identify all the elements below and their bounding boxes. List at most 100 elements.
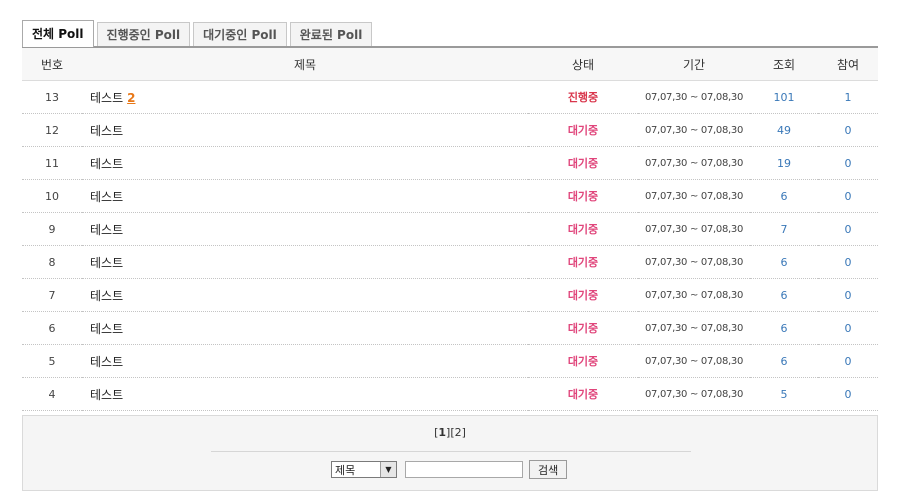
row-join: 1 [818, 80, 878, 114]
poll-title-link[interactable]: 테스트 [90, 157, 123, 171]
col-header-join: 참여 [818, 48, 878, 81]
page-link-2[interactable]: 2 [455, 426, 462, 439]
row-join: 0 [818, 179, 878, 213]
tab-all-poll[interactable]: 전체 Poll [22, 20, 94, 47]
chevron-down-icon[interactable]: ▼ [380, 462, 396, 477]
pagination: [1][2] [434, 426, 466, 439]
row-num: 10 [22, 179, 82, 213]
row-status: 대기중 [528, 113, 638, 147]
table-row: 9 테스트 대기중 07,07,30 ~ 07,08,30 7 0 [22, 212, 878, 246]
row-period: 07,07,30 ~ 07,08,30 [638, 80, 750, 114]
table-row: 5 테스트 대기중 07,07,30 ~ 07,08,30 6 0 [22, 344, 878, 378]
row-join: 0 [818, 113, 878, 147]
row-join: 0 [818, 278, 878, 312]
search-field-select[interactable]: 제목 ▼ [331, 461, 397, 478]
row-period: 07,07,30 ~ 07,08,30 [638, 113, 750, 147]
row-title: 테스트 [82, 212, 528, 246]
row-views: 49 [750, 113, 818, 147]
row-views: 6 [750, 245, 818, 279]
poll-title-link[interactable]: 테스트 [90, 388, 123, 402]
poll-title-link[interactable]: 테스트 [90, 91, 123, 105]
row-num: 11 [22, 146, 82, 180]
table-row: 12 테스트 대기중 07,07,30 ~ 07,08,30 49 0 [22, 113, 878, 147]
row-status: 대기중 [528, 278, 638, 312]
poll-rows: 13 테스트 2 진행중 07,07,30 ~ 07,08,30 101 1 12 테스트 대기중… [22, 80, 878, 411]
poll-title-link[interactable]: 테스트 [90, 223, 123, 237]
row-num: 8 [22, 245, 82, 279]
row-period: 07,07,30 ~ 07,08,30 [638, 377, 750, 411]
row-status: 대기중 [528, 179, 638, 213]
row-title: 테스트 [82, 146, 528, 180]
row-title: 테스트 2 [82, 80, 528, 114]
table-row: 4 테스트 대기중 07,07,30 ~ 07,08,30 5 0 [22, 377, 878, 411]
poll-tabs: 전체 Poll 진행중인 Poll 대기중인 Poll 완료된 Poll [22, 20, 878, 47]
row-status: 대기중 [528, 344, 638, 378]
row-join: 0 [818, 146, 878, 180]
table-row: 11 테스트 대기중 07,07,30 ~ 07,08,30 19 0 [22, 146, 878, 180]
row-join: 0 [818, 344, 878, 378]
row-period: 07,07,30 ~ 07,08,30 [638, 245, 750, 279]
row-period: 07,07,30 ~ 07,08,30 [638, 278, 750, 312]
search-input[interactable] [405, 461, 523, 478]
page-current: 1 [438, 426, 447, 439]
row-views: 101 [750, 80, 818, 114]
row-num: 5 [22, 344, 82, 378]
row-title: 테스트 [82, 113, 528, 147]
row-join: 0 [818, 377, 878, 411]
table-row: 6 테스트 대기중 07,07,30 ~ 07,08,30 6 0 [22, 311, 878, 345]
row-num: 12 [22, 113, 82, 147]
poll-title-link[interactable]: 테스트 [90, 190, 123, 204]
tab-ongoing-poll[interactable]: 진행중인 Poll [96, 22, 191, 46]
table-row: 8 테스트 대기중 07,07,30 ~ 07,08,30 6 0 [22, 245, 878, 279]
col-header-views: 조회 [750, 48, 818, 81]
row-title: 테스트 [82, 179, 528, 213]
row-period: 07,07,30 ~ 07,08,30 [638, 344, 750, 378]
poll-title-link[interactable]: 테스트 [90, 355, 123, 369]
row-num: 9 [22, 212, 82, 246]
poll-title-link[interactable]: 테스트 [90, 256, 123, 270]
row-title: 테스트 [82, 344, 528, 378]
row-views: 6 [750, 179, 818, 213]
row-status: 대기중 [528, 311, 638, 345]
row-num: 7 [22, 278, 82, 312]
row-title: 테스트 [82, 377, 528, 411]
row-status: 대기중 [528, 245, 638, 279]
footer-divider [211, 451, 691, 452]
tab-completed-poll[interactable]: 완료된 Poll [289, 22, 373, 46]
col-header-title: 제목 [82, 48, 528, 81]
row-status: 진행중 [528, 80, 638, 114]
row-num: 4 [22, 377, 82, 411]
search-button[interactable]: 검색 [529, 460, 568, 479]
row-join: 0 [818, 311, 878, 345]
row-period: 07,07,30 ~ 07,08,30 [638, 212, 750, 246]
row-join: 0 [818, 212, 878, 246]
comment-count[interactable]: 2 [127, 91, 135, 105]
row-num: 13 [22, 80, 82, 114]
row-views: 6 [750, 311, 818, 345]
poll-title-link[interactable]: 테스트 [90, 124, 123, 138]
poll-table: 번호 제목 상태 기간 조회 참여 13 테스트 2 진행중 07,07,30 ~ 07… [22, 48, 878, 411]
search-bar: 제목 ▼ 검색 [331, 460, 568, 479]
row-status: 대기중 [528, 212, 638, 246]
row-period: 07,07,30 ~ 07,08,30 [638, 311, 750, 345]
board-footer: [1][2] 제목 ▼ 검색 [22, 415, 878, 491]
poll-title-link[interactable]: 테스트 [90, 322, 123, 336]
row-views: 5 [750, 377, 818, 411]
row-title: 테스트 [82, 311, 528, 345]
table-row: 7 테스트 대기중 07,07,30 ~ 07,08,30 6 0 [22, 278, 878, 312]
row-num: 6 [22, 311, 82, 345]
row-join: 0 [818, 245, 878, 279]
row-period: 07,07,30 ~ 07,08,30 [638, 179, 750, 213]
row-views: 7 [750, 212, 818, 246]
poll-board: 전체 Poll 진행중인 Poll 대기중인 Poll 완료된 Poll 번호 … [22, 20, 878, 491]
col-header-num: 번호 [22, 48, 82, 81]
row-status: 대기중 [528, 377, 638, 411]
col-header-status: 상태 [528, 48, 638, 81]
row-title: 테스트 [82, 278, 528, 312]
table-header-row: 번호 제목 상태 기간 조회 참여 [22, 48, 878, 81]
row-title: 테스트 [82, 245, 528, 279]
row-period: 07,07,30 ~ 07,08,30 [638, 146, 750, 180]
tab-waiting-poll[interactable]: 대기중인 Poll [193, 22, 287, 46]
poll-title-link[interactable]: 테스트 [90, 289, 123, 303]
col-header-period: 기간 [638, 48, 750, 81]
